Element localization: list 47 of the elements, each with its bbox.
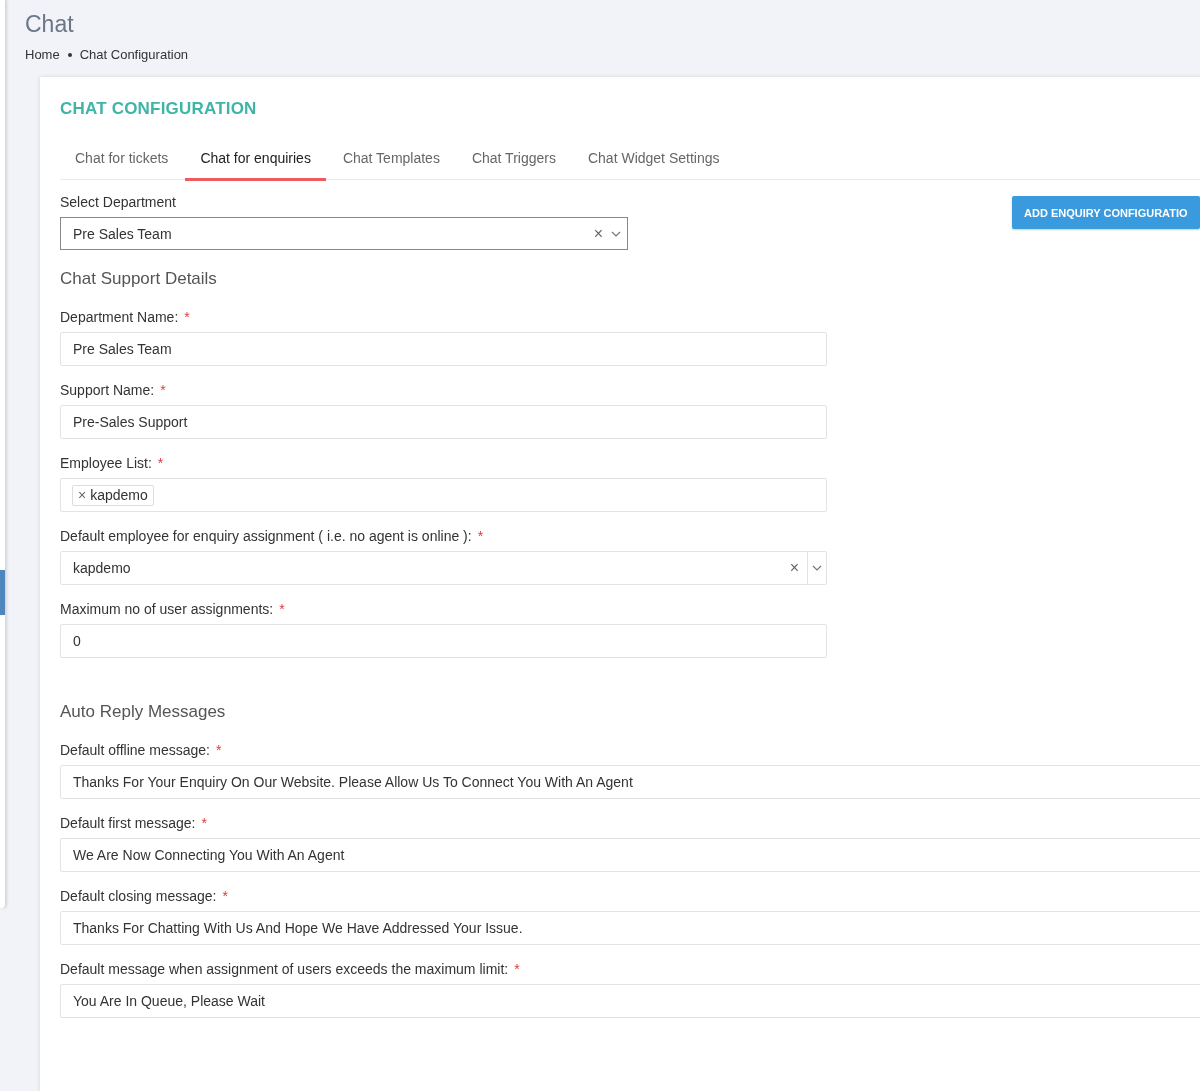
field-label: Support Name:	[60, 382, 155, 398]
chevron-down-icon	[812, 565, 822, 571]
required-asterisk: *	[157, 455, 164, 471]
required-asterisk: *	[514, 961, 520, 977]
input-field[interactable]: We Are Now Connecting You With An Agent	[60, 838, 1200, 872]
field-label: Maximum no of user assignments:	[60, 601, 274, 617]
sidebar-active-marker	[0, 570, 5, 615]
field-label: Department Name:	[60, 309, 179, 325]
required-asterisk: *	[184, 309, 190, 325]
card-title: CHAT CONFIGURATION	[60, 99, 258, 119]
field-label: Select Department	[60, 194, 177, 210]
clear-icon[interactable]: ×	[789, 559, 799, 577]
field-label: Default first message:	[60, 815, 196, 831]
breadcrumb-link[interactable]: Home	[25, 47, 60, 62]
required-asterisk: *	[215, 742, 222, 758]
section-heading: Auto Reply Messages	[60, 702, 227, 722]
tab[interactable]: Chat for enquiries	[185, 141, 326, 181]
field-label: Default employee for enquiry assignment ( i.e. no agent is online ):	[60, 528, 472, 544]
tab[interactable]: Chat Triggers	[456, 141, 571, 181]
required-asterisk: *	[160, 382, 166, 398]
section-heading: Chat Support Details	[60, 269, 218, 289]
department-select[interactable]: Pre Sales Team ×	[60, 217, 628, 250]
field-label: Default message when assignment of users exceeds the maximum limit:	[60, 961, 509, 977]
employee-tag: × kapdemo	[72, 484, 154, 506]
employee-select[interactable]: kapdemo ×	[60, 551, 827, 585]
tab[interactable]: Chat for tickets	[60, 141, 184, 181]
input-field[interactable]: Thanks For Chatting With Us And Hope We Have Addressed Your Issue.	[60, 911, 1200, 945]
input-field[interactable]: You Are In Queue, Please Wait	[60, 984, 1200, 1018]
clear-icon[interactable]: ×	[593, 224, 603, 243]
field-label: Default offline message:	[60, 742, 210, 758]
input-field[interactable]: Pre Sales Team	[60, 332, 827, 366]
tab[interactable]: Chat Widget Settings	[572, 141, 735, 181]
tab[interactable]: Chat Templates	[327, 141, 455, 181]
required-asterisk: *	[477, 528, 484, 544]
chevron-down-icon	[611, 230, 621, 237]
breadcrumb-link[interactable]: Chat Configuration	[79, 47, 189, 62]
input-field[interactable]: Thanks For Your Enquiry On Our Website. Please Allow Us To Connect You With An Agent	[60, 765, 1200, 799]
field-label: Employee List:	[60, 455, 152, 471]
input-field[interactable]: 0	[60, 624, 827, 658]
page-title: Chat	[25, 10, 75, 38]
required-asterisk: *	[201, 815, 207, 831]
input-field[interactable]: Pre-Sales Support	[60, 405, 827, 439]
breadcrumb-separator-icon	[67, 52, 72, 57]
tag-input-field[interactable]: × kapdemo	[60, 478, 827, 512]
field-label: Default closing message:	[60, 888, 217, 904]
required-asterisk: *	[222, 888, 228, 904]
required-asterisk: *	[279, 601, 285, 617]
